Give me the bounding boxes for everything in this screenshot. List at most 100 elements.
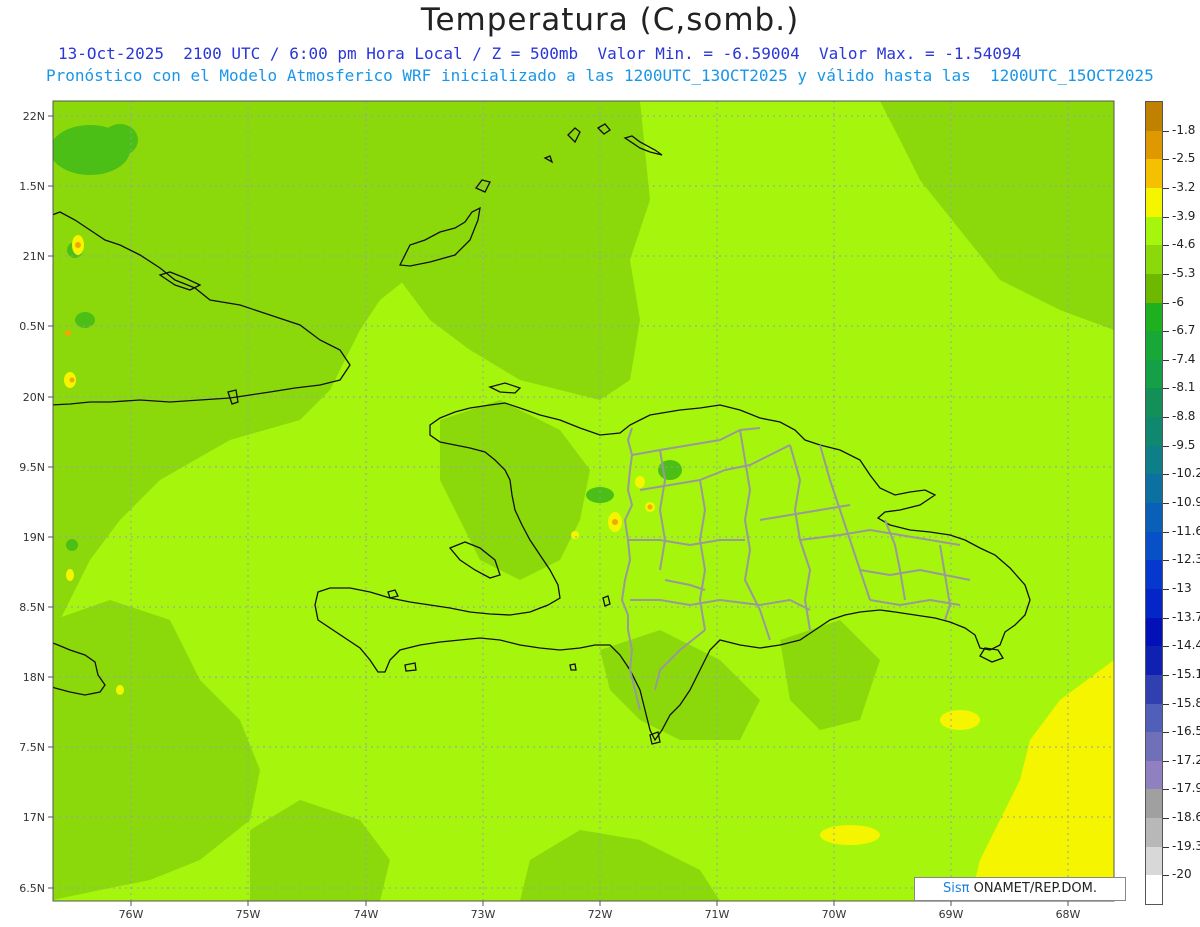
colorbar-tick [1163, 187, 1169, 189]
colorbar-label: -16.5 [1172, 724, 1200, 739]
colorbar-tick [1163, 130, 1169, 132]
colorbar-tick [1163, 245, 1169, 247]
colorbar-tick [1163, 760, 1169, 762]
lat-label: 8.5N [19, 601, 45, 614]
colorbar-tick [1163, 216, 1169, 218]
lon-label: 74W [354, 908, 379, 921]
colorbar-cell [1146, 388, 1162, 418]
credit-box: Sisπ ONAMET/REP.DOM. [914, 877, 1126, 901]
colorbar-label: -3.9 [1172, 208, 1196, 223]
colorbar-cell [1146, 130, 1162, 160]
lon-label: 72W [588, 908, 613, 921]
lon-labels: 76W 75W 74W 73W 72W 71W 70W 69W 68W [119, 908, 1081, 921]
lon-label: 70W [822, 908, 847, 921]
lat-label: 19N [23, 531, 45, 544]
colorbar-label: -8.1 [1172, 380, 1196, 395]
colorbar-tick [1163, 273, 1169, 275]
colorbar-tick [1163, 445, 1169, 447]
colorbar-cell [1146, 703, 1162, 733]
colorbar-cell [1146, 159, 1162, 189]
colorbar-tick [1163, 560, 1169, 562]
colorbar-label: -12.3 [1172, 552, 1200, 567]
lon-label: 73W [471, 908, 496, 921]
colorbar-cell [1146, 846, 1162, 876]
colorbar-label: -1.8 [1172, 122, 1196, 137]
colorbar-cell [1146, 331, 1162, 361]
lat-label: 6.5N [19, 882, 45, 895]
colorbar-label: -7.4 [1172, 351, 1196, 366]
credit-text: ONAMET/REP.DOM. [969, 881, 1097, 896]
colorbar-cell [1146, 445, 1162, 475]
sispi-logo-text: Sisπ [943, 881, 970, 896]
colorbar-label: -19.3 [1172, 838, 1200, 853]
colorbar-tick [1163, 818, 1169, 820]
lat-label: 1.5N [19, 180, 45, 193]
colorbar-label: -13.7 [1172, 609, 1200, 624]
colorbar-tick [1163, 588, 1169, 590]
lat-label: 18N [23, 671, 45, 684]
colorbar-cell [1146, 617, 1162, 647]
colorbar-label: -3.2 [1172, 179, 1196, 194]
colorbar-label: -8.8 [1172, 409, 1196, 424]
lon-label: 69W [939, 908, 964, 921]
colorbar-label: -13 [1172, 580, 1192, 595]
lat-label: 0.5N [19, 320, 45, 333]
colorbar-label: -6 [1172, 294, 1184, 309]
lat-label: 17N [23, 811, 45, 824]
colorbar-label: -9.5 [1172, 437, 1196, 452]
colorbar-cell [1146, 646, 1162, 676]
colorbar-label: -2.5 [1172, 151, 1196, 166]
colorbar-cell [1146, 789, 1162, 819]
colorbar-tick [1163, 159, 1169, 161]
colorbar [1145, 101, 1163, 905]
colorbar-label: -11.6 [1172, 523, 1200, 538]
colorbar-cell [1146, 474, 1162, 504]
colorbar-label: -14.4 [1172, 638, 1200, 653]
colorbar-cell [1146, 359, 1162, 389]
colorbar-label: -15.1 [1172, 666, 1200, 681]
colorbar-tick [1163, 331, 1169, 333]
colorbar-label: -6.7 [1172, 323, 1196, 338]
lon-label: 76W [119, 908, 144, 921]
colorbar-cell [1146, 216, 1162, 246]
colorbar-label: -18.6 [1172, 810, 1200, 825]
colorbar-tick [1163, 732, 1169, 734]
colorbar-cell [1146, 588, 1162, 618]
colorbar-cell [1146, 417, 1162, 447]
colorbar-tick [1163, 359, 1169, 361]
colorbar-tick [1163, 646, 1169, 648]
colorbar-cell [1146, 674, 1162, 704]
colorbar-label: -10.9 [1172, 495, 1200, 509]
colorbar-tick [1163, 789, 1169, 791]
colorbar-tick [1163, 674, 1169, 676]
colorbar-cell [1146, 302, 1162, 332]
colorbar-tick [1163, 531, 1169, 533]
colorbar-tick [1163, 302, 1169, 304]
lat-label: 22N [23, 110, 45, 123]
colorbar-label: -17.2 [1172, 752, 1200, 767]
colorbar-cell [1146, 732, 1162, 762]
colorbar-cell [1146, 875, 1162, 905]
colorbar-label: -4.6 [1172, 237, 1196, 252]
colorbar-cell [1146, 102, 1162, 131]
colorbar-tick [1163, 417, 1169, 419]
colorbar-tick [1163, 503, 1169, 504]
colorbar-tick [1163, 875, 1169, 877]
colorbar-label: -17.9 [1172, 781, 1200, 796]
lon-label: 68W [1056, 908, 1081, 921]
colorbar-cell [1146, 818, 1162, 848]
lat-label: 21N [23, 250, 45, 263]
colorbar-cell [1146, 187, 1162, 217]
temperature-map: 76W 75W 74W 73W 72W 71W 70W 69W 68W 22N … [19, 100, 1115, 921]
colorbar-cell [1146, 531, 1162, 561]
colorbar-tick [1163, 617, 1169, 619]
lon-label: 71W [705, 908, 730, 921]
lat-label: 20N [23, 391, 45, 404]
lat-labels: 22N 1.5N 21N 0.5N 20N 9.5N 19N 8.5N 18N … [19, 110, 45, 895]
colorbar-tick [1163, 388, 1169, 390]
colorbar-tick [1163, 474, 1169, 476]
lon-label: 75W [236, 908, 261, 921]
colorbar-tick [1163, 703, 1169, 705]
lat-label: 7.5N [19, 741, 45, 754]
colorbar-cell [1146, 760, 1162, 790]
